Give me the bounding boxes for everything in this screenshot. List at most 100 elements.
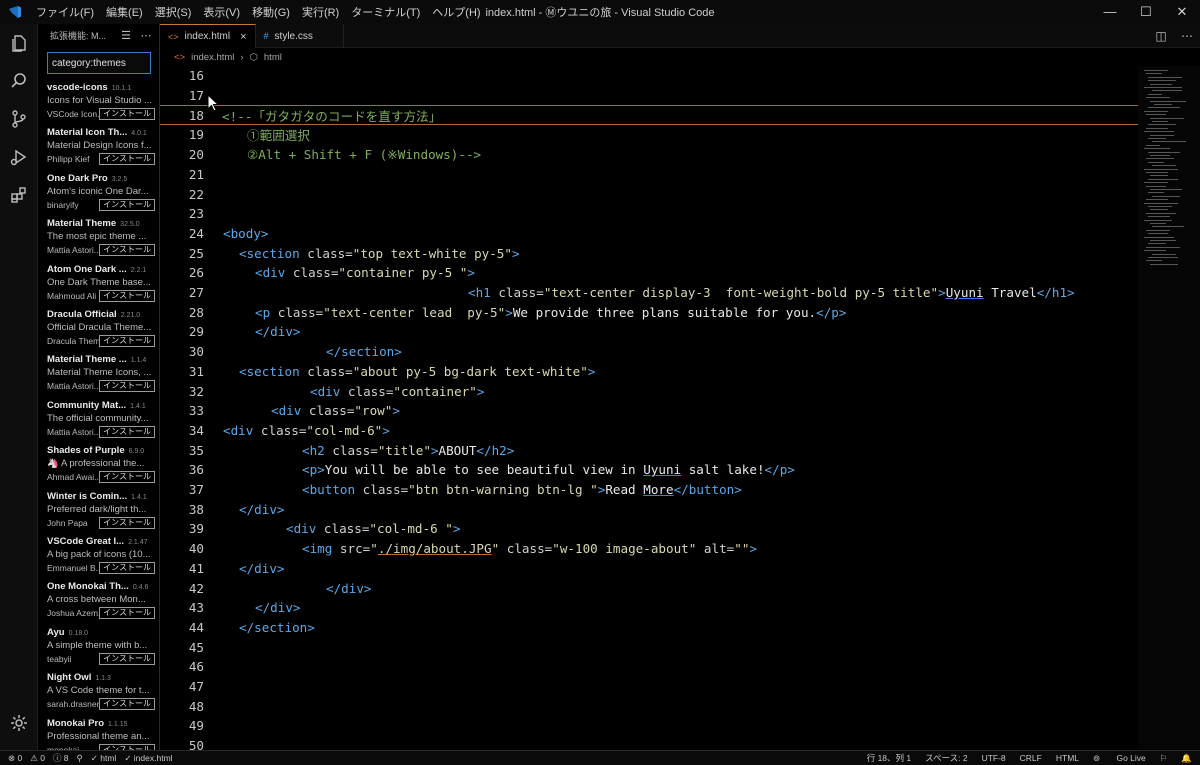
extension-item[interactable]: VSCode Great I... 2.1.47 A big pack of ico… [47,536,155,574]
install-button[interactable]: インストール [99,244,155,257]
install-button[interactable]: インストール [99,198,155,211]
problems-warnings[interactable]: ⚠ 0 [30,753,45,764]
install-button[interactable]: インストール [99,289,155,302]
menu-run[interactable]: 実行(R) [296,4,345,20]
extension-item[interactable]: Ayu 0.18.0 A simple theme with b... teabyii… [47,627,155,665]
extension-item[interactable]: Shades of Purple 6.9.0 🦄 A professional th… [47,445,155,484]
install-button[interactable]: インストール [99,516,155,529]
encoding[interactable]: UTF-8 [982,753,1006,763]
minimap-line [1148,161,1164,163]
split-editor-icon[interactable]: ◫ [1148,29,1174,43]
minimap-line [1144,219,1172,221]
minimap-line [1150,117,1184,119]
extension-name: Ayu [47,626,65,638]
go-live-button[interactable]: ⊚ Go Live [1093,753,1146,764]
extension-version: 1.4.1 [130,402,146,410]
extension-item[interactable]: Winter is Comin... 1.4.1 Preferred dark/li… [47,491,155,529]
problems-errors[interactable]: ⊗ 0 [8,753,22,764]
status-bar: ⊗ 0 ⚠ 0 ⓘ 8 ⚲ ✓ html ✓ index.html 行 18、列… [0,750,1200,765]
extension-item[interactable]: Atom One Dark ... 2.2.1 One Dark Theme bas… [47,264,155,302]
minimap-line [1144,250,1166,252]
extension-name: Night Owl [47,672,92,684]
extensions-icon[interactable] [0,176,38,214]
extension-description: Official Dracula Theme... [47,322,152,333]
minimize-button[interactable]: — [1092,0,1128,24]
cursor-position[interactable]: 行 18、列 1 [867,752,911,764]
problems-info[interactable]: ⓘ 8 [53,752,69,764]
extension-version: 1.1.4 [130,357,147,365]
html-file-icon: <> [174,51,186,63]
files-icon[interactable] [0,24,38,62]
breadcrumb-element[interactable]: html [264,52,282,63]
extension-item[interactable]: Dracula Official 2.21.0 Official Dracula T… [47,309,155,347]
menu-go[interactable]: 移動(G) [246,4,296,20]
comment-text: <!--「ガタガタのコードを直す方法」 [222,108,442,124]
language-mode[interactable]: HTML [1056,753,1079,763]
install-button[interactable]: インストール [99,607,155,620]
extension-item[interactable]: One Monokai Th... 0.4.6 A cross between Mo… [47,581,155,620]
install-button[interactable]: インストール [99,380,155,393]
install-button[interactable]: インストール [99,471,155,484]
close-window-button[interactable]: ✕ [1164,0,1200,24]
extension-author: sarah.drasner [47,699,100,710]
menu-selection[interactable]: 選択(S) [149,4,198,20]
menu-file[interactable]: ファイル(F) [30,4,100,20]
indentation[interactable]: スペース: 2 [925,752,967,764]
file-lint-status[interactable]: ✓ index.html [124,753,172,764]
install-button[interactable]: インストール [99,562,155,574]
filter-icon[interactable]: ☰ [119,29,133,42]
close-icon[interactable]: × [240,31,246,43]
extension-item[interactable]: Monokai Pro 1.1.15 Professional theme an..… [47,718,155,750]
extension-item[interactable]: Night Owl 1.1.3 A VS Code theme for t... sa… [47,672,155,711]
extension-version: 0.18.0 [68,629,89,637]
extension-item[interactable]: Material Theme 32.5.0 The most epic theme … [47,218,155,257]
code-tag: <body> [223,225,269,241]
end-of-line[interactable]: CRLF [1020,753,1042,763]
extension-item[interactable]: Material Icon Th... 4.0.1 Material Design … [47,127,155,166]
minimap[interactable] [1138,66,1200,750]
extension-item[interactable]: One Dark Pro 3.2.5 Atom's iconic One Dar..… [47,173,155,211]
breadcrumb-file[interactable]: index.html [191,52,234,63]
notifications-icon[interactable]: 🔔 [1181,753,1192,764]
run-debug-icon[interactable] [0,138,38,176]
minimap-line [1150,223,1166,224]
extension-search-input[interactable] [47,52,151,74]
menu-terminal[interactable]: ターミナル(T) [345,4,426,20]
extension-item[interactable]: Material Theme ... 1.1.4 Material Theme Ic… [47,354,155,393]
code-line: </div> [255,600,301,616]
install-button[interactable]: インストール [99,335,155,347]
feedback-icon[interactable]: ⚐ [1160,753,1168,764]
minimap-line [1152,141,1186,143]
code-editor[interactable]: 16 17 18 19 20 21 22 23 24 25 26 27 28 29 30 31 32 33 34 35… [160,66,1138,750]
tab-index-html[interactable]: <> index.html × [160,24,256,48]
menu-help[interactable]: ヘルプ(H) [426,4,486,20]
html-lint-status[interactable]: ✓ html [91,753,117,764]
code-line: <!--「ガタガタのコードを直す方法」 [160,105,1138,126]
tab-style-css[interactable]: # style.css [256,24,344,48]
extension-author: Mattia Astori... [47,426,100,437]
install-button[interactable]: インストール [99,108,155,120]
extension-description: One Dark Theme base... [47,276,151,288]
menu-view[interactable]: 表示(V) [197,4,246,20]
menu-edit[interactable]: 編集(E) [100,4,149,20]
search-icon[interactable] [0,62,38,100]
code-line: <img src="./img/about.JPG" class="w-100 … [302,541,758,557]
source-control-icon[interactable] [0,100,38,138]
extension-version: 2.21.0 [120,312,141,319]
minimap-line [1150,263,1178,265]
maximize-button[interactable]: ☐ [1128,0,1164,24]
minimap-line [1150,189,1182,190]
install-button[interactable]: インストール [99,652,155,665]
sidebar-header: 拡張機能: M... ☰ ⋯ [38,24,159,46]
extension-item[interactable]: Community Mat... 1.4.1 The official commun… [47,400,155,438]
more-actions-icon[interactable]: ⋯ [1174,29,1200,43]
install-button[interactable]: インストール [99,153,155,166]
extension-description: Material Design Icons f... [47,140,152,152]
gear-icon[interactable] [0,704,38,742]
install-button[interactable]: インストール [99,425,155,438]
extension-item[interactable]: vscode-icons 10.1.1 Icons for Visual Studi… [47,82,155,120]
install-button[interactable]: インストール [99,698,155,711]
minimap-line [1144,131,1174,133]
mic-icon[interactable]: ⚲ [77,753,83,764]
more-actions-icon[interactable]: ⋯ [139,29,153,42]
